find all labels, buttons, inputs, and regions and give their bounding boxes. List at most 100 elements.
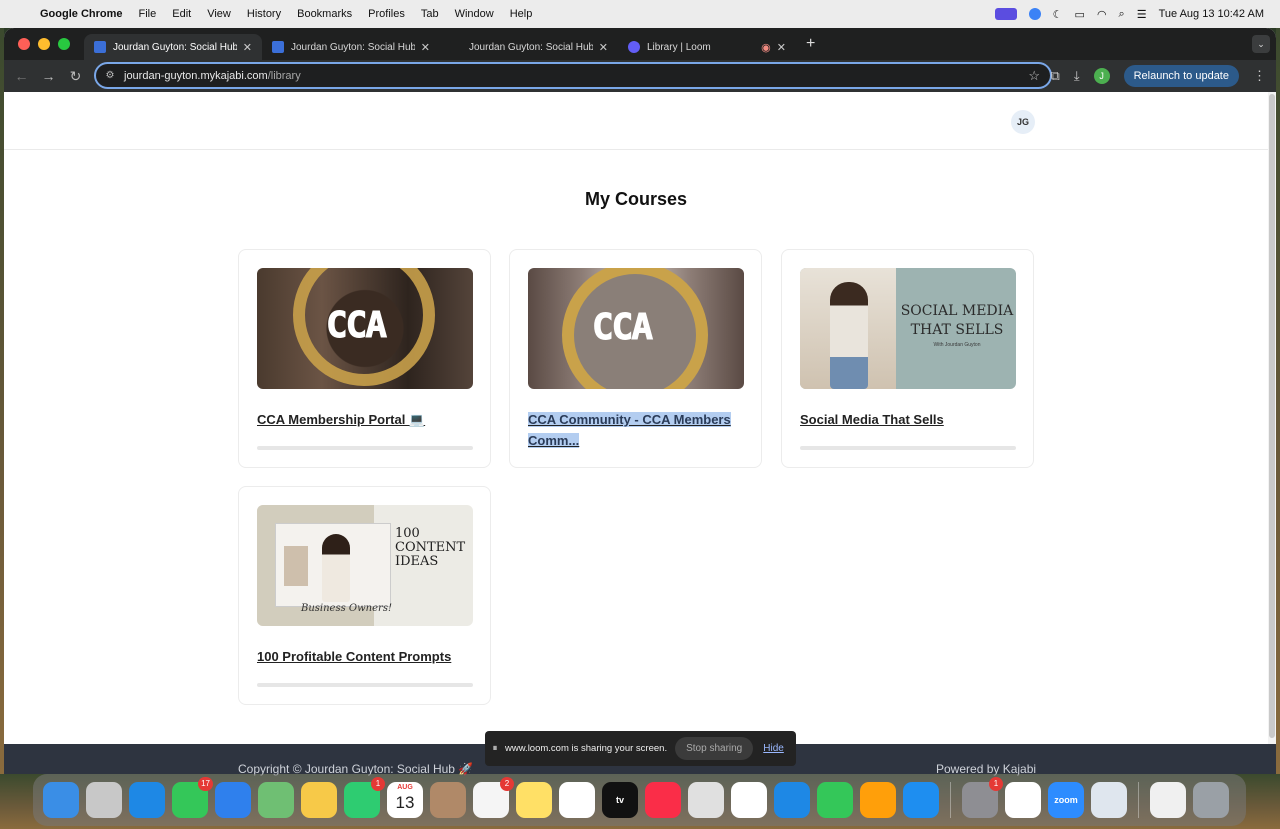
dock-app-photos-icon[interactable]: [301, 782, 337, 818]
course-title-link[interactable]: CCA Community - CCA Members Comm...: [528, 409, 744, 451]
menu-window[interactable]: Window: [455, 8, 494, 20]
new-tab-button[interactable]: +: [806, 35, 815, 53]
menu-tab[interactable]: Tab: [421, 8, 439, 20]
tab-jourdan-social-hub-3[interactable]: Jourdan Guyton: Social Hub 🚀 ✕: [440, 34, 618, 60]
kajabi-favicon-icon: [450, 41, 462, 53]
menu-help[interactable]: Help: [510, 8, 533, 20]
wifi-icon[interactable]: ◠: [1097, 8, 1107, 21]
dock-app-document-icon[interactable]: [1150, 782, 1186, 818]
tab-strip: Jourdan Guyton: Social Hub – ✕ Jourdan G…: [4, 28, 1276, 60]
dock-app-label: tv: [615, 795, 624, 805]
menu-edit[interactable]: Edit: [172, 8, 191, 20]
user-avatar[interactable]: JG: [1011, 110, 1035, 134]
profile-avatar[interactable]: J: [1093, 68, 1110, 84]
dock-app-launchpad-icon[interactable]: [86, 782, 122, 818]
dock-app-system-settings-icon[interactable]: 1: [962, 777, 1003, 818]
menu-clock[interactable]: Tue Aug 13 10:42 AM: [1159, 8, 1264, 20]
dock-app-safari-icon[interactable]: [129, 782, 165, 818]
battery-icon[interactable]: ▭: [1075, 8, 1085, 21]
drag-handle-icon[interactable]: ⏸: [485, 743, 505, 754]
back-arrow-icon[interactable]: ←: [8, 68, 35, 84]
zoom-window-button[interactable]: [58, 38, 70, 50]
dock-app-music-icon[interactable]: [645, 782, 681, 818]
dock-app-numbers-icon[interactable]: [817, 782, 853, 818]
course-card[interactable]: CCA CCA Community - CCA Members Comm...: [509, 249, 762, 468]
dock-app-news-icon[interactable]: [731, 782, 767, 818]
stop-sharing-button[interactable]: Stop sharing: [675, 737, 754, 760]
close-tab-icon[interactable]: ✕: [777, 41, 786, 54]
sharing-message: www.loom.com is sharing your screen.: [505, 743, 668, 754]
course-card[interactable]: 100 CONTENT IDEAS Business Owners! 100 P…: [238, 486, 491, 705]
forward-arrow-icon[interactable]: →: [35, 68, 62, 84]
course-thumbnail[interactable]: SOCIAL MEDIA THAT SELLS With Jourdan Guy…: [800, 268, 1016, 389]
zoom-status-icon[interactable]: [1028, 8, 1041, 20]
dock-app-chrome-icon[interactable]: [688, 782, 724, 818]
course-title-link[interactable]: Social Media That Sells: [800, 409, 1016, 430]
bookmark-star-icon[interactable]: ☆: [1028, 68, 1040, 84]
menu-bookmarks[interactable]: Bookmarks: [297, 8, 352, 20]
dock-app-messages-icon[interactable]: 17: [172, 777, 213, 818]
menu-file[interactable]: File: [139, 8, 157, 20]
dock-app-keynote-icon[interactable]: [774, 782, 810, 818]
course-thumbnail[interactable]: 100 CONTENT IDEAS Business Owners!: [257, 505, 473, 626]
close-tab-icon[interactable]: ✕: [421, 41, 430, 54]
dock-app-trash-icon[interactable]: [1193, 782, 1229, 818]
relaunch-to-update-button[interactable]: Relaunch to update: [1123, 65, 1239, 87]
close-tab-icon[interactable]: ✕: [243, 41, 252, 54]
downloads-icon[interactable]: ⤓: [1074, 68, 1080, 84]
kajabi-library-page: JG My Courses CCA CCA Membership Portal …: [4, 92, 1276, 744]
dock-app-freeform-icon[interactable]: [559, 782, 595, 818]
menu-history[interactable]: History: [247, 8, 281, 20]
dock-app-maps-icon[interactable]: [258, 782, 294, 818]
minimize-window-button[interactable]: [38, 38, 50, 50]
scrollbar-thumb[interactable]: [1269, 94, 1275, 738]
dock-app-preview-icon[interactable]: [1091, 782, 1127, 818]
address-bar[interactable]: ⚙ jourdan-guyton.mykajabi.com/library ☆: [94, 62, 1052, 89]
tab-jourdan-social-hub-2[interactable]: Jourdan Guyton: Social Hub 🚀 ✕: [262, 34, 440, 60]
course-title-link[interactable]: 100 Profitable Content Prompts: [257, 646, 473, 667]
dock-app-app-store-icon[interactable]: [903, 782, 939, 818]
screen-share-status-icon[interactable]: [994, 8, 1017, 20]
extensions-puzzle-icon[interactable]: ⧉: [1051, 68, 1060, 84]
course-thumbnail[interactable]: CCA: [257, 268, 473, 389]
page-scrollbar[interactable]: [1268, 92, 1276, 744]
close-tab-icon[interactable]: ✕: [599, 41, 608, 54]
course-thumbnail-text: 100 CONTENT IDEAS: [395, 526, 466, 569]
dock-app-zoom-icon[interactable]: zoom: [1048, 782, 1084, 818]
course-thumbnail[interactable]: CCA: [528, 268, 744, 389]
course-card[interactable]: CCA CCA Membership Portal 💻: [238, 249, 491, 468]
calendar-day: 13: [395, 793, 415, 812]
course-title-link[interactable]: CCA Membership Portal 💻: [257, 409, 473, 430]
dock-app-notes-icon[interactable]: [516, 782, 552, 818]
tab-jourdan-social-hub-1[interactable]: Jourdan Guyton: Social Hub – ✕: [84, 34, 262, 60]
reload-icon[interactable]: ↻: [62, 68, 89, 85]
spotlight-search-icon[interactable]: ⌕: [1119, 8, 1125, 21]
instructor-figure: [830, 282, 868, 389]
dock-app-slack-icon[interactable]: [1005, 782, 1041, 818]
hide-sharing-bar-link[interactable]: Hide: [763, 743, 784, 754]
tab-search-chevron-icon[interactable]: ⌄: [1252, 35, 1270, 53]
dock-app-pages-icon[interactable]: [860, 782, 896, 818]
dock-app-calendar-icon[interactable]: AUG 13: [387, 782, 423, 818]
menu-profiles[interactable]: Profiles: [368, 8, 405, 20]
site-info-icon[interactable]: ⚙: [96, 70, 124, 81]
menu-view[interactable]: View: [207, 8, 231, 20]
dock-app-reminders-icon[interactable]: 2: [473, 777, 514, 818]
chrome-menu-kebab-icon[interactable]: ⋮: [1253, 68, 1266, 84]
focus-moon-icon[interactable]: ☾: [1053, 8, 1063, 21]
url-path: /library: [267, 69, 301, 82]
tab-title: Library | Loom: [647, 41, 711, 53]
tab-library-loom[interactable]: Library | Loom ◉ ✕: [618, 34, 796, 60]
address-url[interactable]: jourdan-guyton.mykajabi.com/library: [124, 70, 301, 82]
dock-app-mail-icon[interactable]: [215, 782, 251, 818]
menu-app-name[interactable]: Google Chrome: [40, 8, 123, 20]
dock-app-tv-icon[interactable]: tv: [602, 782, 638, 818]
dock-app-facetime-icon[interactable]: 1: [344, 777, 385, 818]
course-card[interactable]: SOCIAL MEDIA THAT SELLS With Jourdan Guy…: [781, 249, 1034, 468]
control-center-icon[interactable]: ☰: [1137, 8, 1147, 21]
dock-app-finder-icon[interactable]: [43, 782, 79, 818]
close-window-button[interactable]: [18, 38, 30, 50]
course-photo: [800, 268, 896, 389]
selected-course-title[interactable]: CCA Community - CCA Members Comm...: [528, 412, 731, 448]
dock-app-contacts-icon[interactable]: [430, 782, 466, 818]
